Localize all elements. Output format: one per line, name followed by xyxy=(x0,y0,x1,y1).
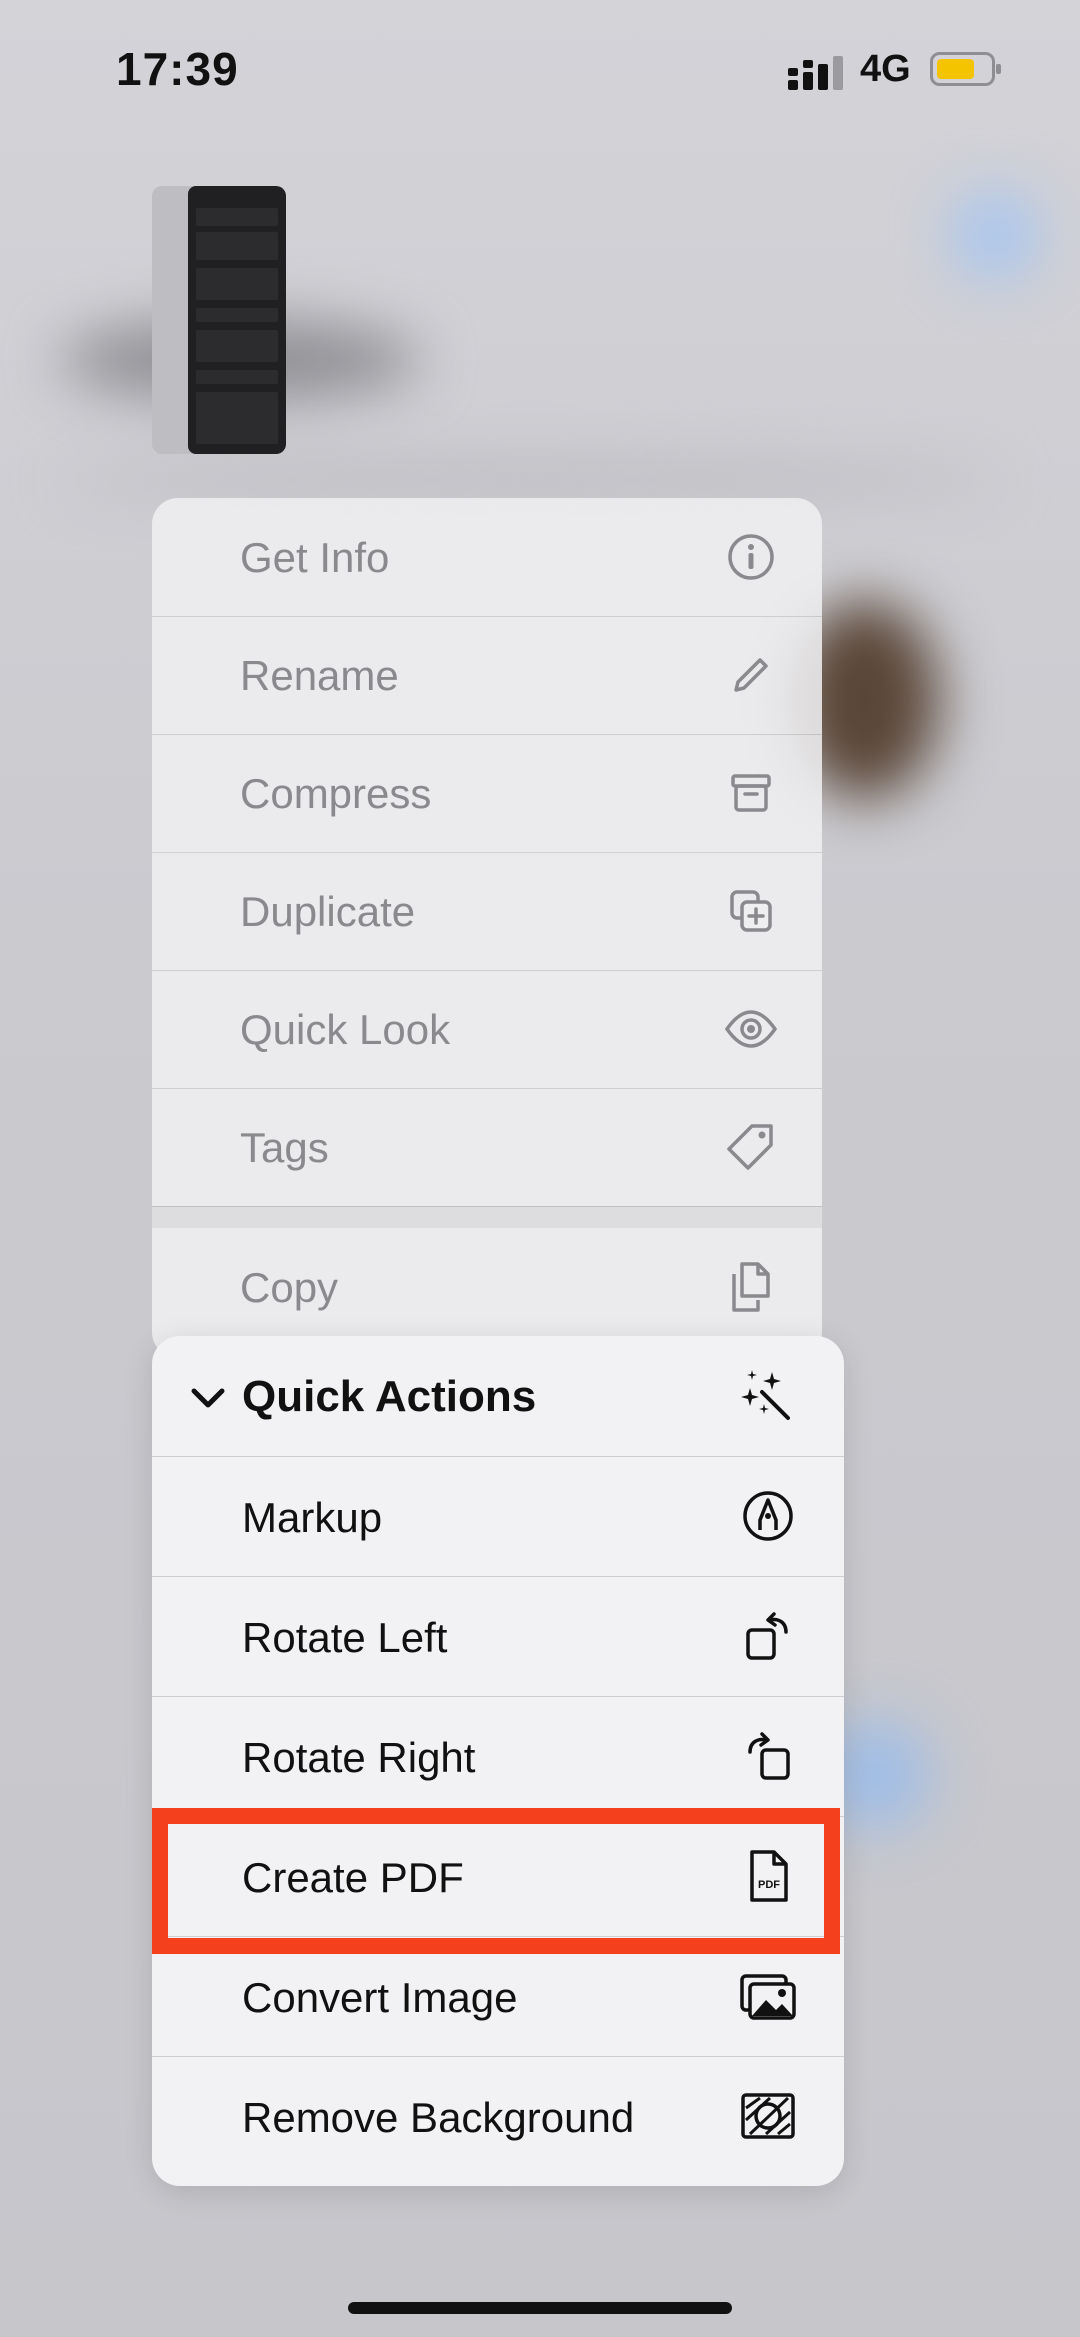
status-bar: 17:39 4G xyxy=(0,0,1080,140)
eye-icon xyxy=(724,1010,778,1048)
remove-background-icon xyxy=(741,2093,795,2139)
menu-item-label: Tags xyxy=(240,1124,329,1171)
quick-action-label: Remove Background xyxy=(242,2094,635,2141)
home-indicator[interactable] xyxy=(348,2302,732,2314)
file-preview-thumbnail xyxy=(152,186,286,454)
preview-row xyxy=(196,232,278,260)
rotate-right-icon xyxy=(748,1732,790,1780)
archive-box-icon xyxy=(731,774,771,812)
quick-action-label: Rotate Left xyxy=(242,1614,448,1661)
documents-icon xyxy=(732,1262,770,1312)
menu-item-tags[interactable]: Tags xyxy=(152,1088,822,1207)
preview-row xyxy=(196,308,278,322)
preview-row xyxy=(196,370,278,384)
markup-pen-icon xyxy=(743,1491,793,1541)
menu-item-label: Copy xyxy=(240,1264,339,1311)
preview-header xyxy=(196,208,278,226)
chevron-down-icon xyxy=(191,1388,225,1408)
menu-section-separator xyxy=(152,1206,822,1228)
quick-actions-menu: Quick Actions Markup Rotate Left Rotate … xyxy=(152,1336,844,2186)
photos-icon xyxy=(740,1974,796,2020)
rotate-left-icon xyxy=(746,1612,788,1660)
info-circle-icon xyxy=(728,534,774,580)
quick-action-label: Create PDF xyxy=(242,1854,464,1901)
menu-item-label: Quick Look xyxy=(240,1006,451,1053)
menu-item-duplicate[interactable]: Duplicate xyxy=(152,852,822,971)
preview-row xyxy=(196,330,278,362)
quick-actions-header[interactable]: Quick Actions xyxy=(152,1336,844,1457)
battery-icon xyxy=(930,52,1001,86)
cellular-signal-icon xyxy=(788,56,843,90)
quick-actions-title: Quick Actions xyxy=(242,1372,537,1421)
menu-item-label: Rename xyxy=(240,652,399,699)
quick-action-rotate-left[interactable]: Rotate Left xyxy=(152,1576,844,1697)
pencil-icon xyxy=(734,658,768,692)
menu-item-label: Compress xyxy=(240,770,432,817)
blurred-divider xyxy=(60,460,1000,500)
context-menu: Get Info Rename Compress Duplicate Quick… xyxy=(152,498,822,1358)
pdf-document-icon: PDF xyxy=(750,1850,788,1902)
quick-action-remove-background[interactable]: Remove Background xyxy=(152,2056,844,2176)
quick-action-markup[interactable]: Markup xyxy=(152,1456,844,1577)
svg-text:PDF: PDF xyxy=(758,1879,780,1891)
menu-item-copy[interactable]: Copy xyxy=(152,1228,822,1346)
menu-item-label: Get Info xyxy=(240,534,390,581)
menu-item-label: Duplicate xyxy=(240,888,416,935)
quick-action-label: Rotate Right xyxy=(242,1734,476,1781)
quick-action-rotate-right[interactable]: Rotate Right xyxy=(152,1696,844,1817)
status-time: 17:39 xyxy=(116,43,239,95)
menu-item-compress[interactable]: Compress xyxy=(152,734,822,853)
menu-item-quick-look[interactable]: Quick Look xyxy=(152,970,822,1089)
duplicate-plus-icon xyxy=(730,890,772,932)
tag-icon xyxy=(727,1124,773,1170)
preview-row xyxy=(196,392,278,444)
quick-action-label: Convert Image xyxy=(242,1974,518,2021)
quick-action-label: Markup xyxy=(242,1494,383,1541)
network-type: 4G xyxy=(860,48,911,90)
quick-action-create-pdf[interactable]: Create PDF PDF xyxy=(152,1816,844,1937)
preview-row xyxy=(196,268,278,300)
blurred-button xyxy=(950,190,1040,280)
menu-item-rename[interactable]: Rename xyxy=(152,616,822,735)
sparkles-wand-icon xyxy=(741,1370,790,1420)
menu-item-get-info[interactable]: Get Info xyxy=(152,498,822,617)
quick-action-convert-image[interactable]: Convert Image xyxy=(152,1936,844,2057)
